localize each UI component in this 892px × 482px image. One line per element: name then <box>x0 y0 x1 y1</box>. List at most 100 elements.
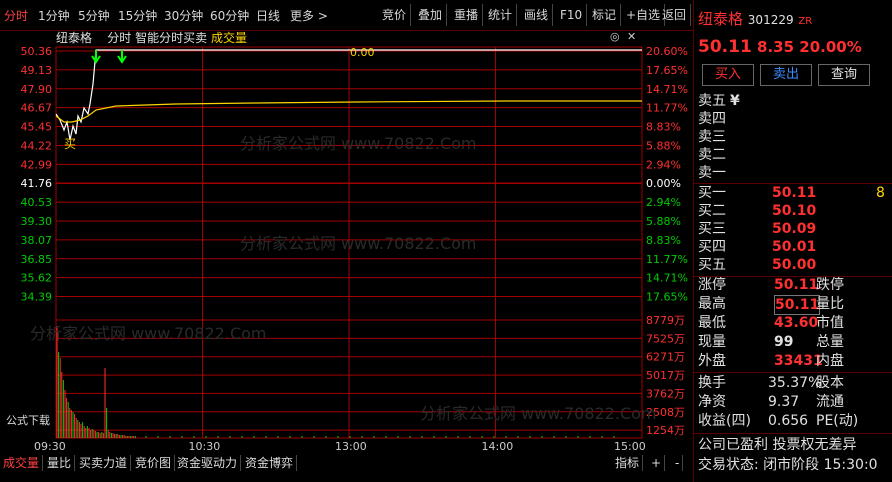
current-price: 50.11 <box>698 37 752 57</box>
stat-row: 最高 50.11 量比 <box>698 295 888 315</box>
fin-label-right: 流通 <box>816 394 844 410</box>
stat-label: 最高 <box>698 296 726 312</box>
quote-panel: 纽泰格 301229 ZR 50.11 8.35 20.00% 买入 卖出 查询… <box>693 0 892 482</box>
auction-button[interactable]: 竞价 <box>378 4 412 26</box>
tab-fund-drive[interactable]: 资金驱动力 <box>174 455 242 471</box>
level-price: ¥ <box>730 93 740 109</box>
indicator-tabs: 成交量 量比 买卖力道 竞价图 资金驱动力 资金博弈 指标 + - <box>0 455 692 482</box>
price-tick-label: 34.39 <box>21 291 53 304</box>
replay-button[interactable]: 重播 <box>450 4 484 26</box>
pct-tick-label: 2.94% <box>646 158 681 171</box>
pct-tick-label: 14.71% <box>646 83 688 96</box>
fin-divider <box>694 372 892 373</box>
tab-1min[interactable]: 1分钟 <box>38 7 70 24</box>
ask-row[interactable]: 卖二 <box>698 146 888 164</box>
stat-label: 外盘 <box>698 353 726 369</box>
buy-signal-marker: 买 <box>64 137 76 151</box>
fin-value: 9.37 <box>768 394 800 410</box>
ask-row[interactable]: 卖三 <box>698 128 888 146</box>
intraday-chart[interactable]: 纽泰格 分时 智能分时买卖 成交量 ◎ ✕ 50.36 20.60% 49.13 17… <box>0 30 692 460</box>
fin-row: 收益(四) 0.656 PE(动) <box>698 412 888 430</box>
tab-volume-ratio[interactable]: 量比 <box>44 455 76 471</box>
tab-buy-sell-power[interactable]: 买卖力道 <box>76 455 132 471</box>
pct-tick-label: 11.77% <box>646 253 688 266</box>
stat-row: 涨停 50.11 跌停 <box>698 276 888 294</box>
company-note: 公司已盈利 投票权无差异 <box>698 437 857 453</box>
tab-more[interactable]: 更多 > <box>290 7 328 24</box>
marker-value: 0.00 <box>350 46 375 59</box>
back-button[interactable]: 返回 <box>658 4 692 26</box>
pct-tick-label: 8.83% <box>646 234 681 247</box>
level-volume: 8 <box>876 185 885 201</box>
stat-row: 现量 99 总量 <box>698 333 888 351</box>
ask-row[interactable]: 卖五 ¥ <box>698 92 888 110</box>
bid-row[interactable]: 买五 50.00 <box>698 256 888 274</box>
price-tick-label: 39.30 <box>21 215 53 228</box>
quote-price-row: 50.11 8.35 20.00% <box>698 38 862 56</box>
time-tick-label: 13:00 <box>335 440 367 453</box>
volume-tick-label: 3762万 <box>646 387 685 400</box>
chart-canvas: 50.36 20.60% 49.13 17.65% 47.90 14.71% 46.67 11… <box>21 45 688 453</box>
volume-tick-label: 7525万 <box>646 332 685 345</box>
stat-label-right: 跌停 <box>816 277 844 293</box>
bid-row[interactable]: 买二 50.10 <box>698 202 888 220</box>
order-book-divider <box>694 183 892 184</box>
remove-indicator-button[interactable]: - <box>672 455 684 471</box>
ask-row[interactable]: 卖一 <box>698 164 888 182</box>
level-label: 买五 <box>698 257 726 273</box>
bid-row[interactable]: 买三 50.09 <box>698 220 888 238</box>
stat-value: 99 <box>774 334 794 350</box>
quote-flag: ZR <box>798 16 813 27</box>
add-indicator-button[interactable]: + <box>648 455 666 471</box>
level-price: 50.00 <box>772 257 817 273</box>
price-tick-label: 44.22 <box>21 139 53 152</box>
level-price: 50.10 <box>772 203 817 219</box>
trading-status: 交易状态: 闭市阶段 15:30:0 <box>698 457 878 473</box>
time-tick-label: 14:00 <box>482 440 514 453</box>
tab-auction-chart[interactable]: 竞价图 <box>132 455 176 471</box>
indicator-button[interactable]: 指标 <box>612 455 644 471</box>
tab-5min[interactable]: 5分钟 <box>78 7 110 24</box>
tab-daily[interactable]: 日线 <box>256 7 280 24</box>
draw-button[interactable]: 画线 <box>520 4 554 26</box>
tab-15min[interactable]: 15分钟 <box>118 7 157 24</box>
pct-tick-label: 14.71% <box>646 272 688 285</box>
mark-button[interactable]: 标记 <box>588 4 622 26</box>
overlay-button[interactable]: 叠加 <box>414 4 448 26</box>
stat-label-right: 内盘 <box>816 353 844 369</box>
pct-tick-label: 17.65% <box>646 64 688 77</box>
volume-tick-label: 6271万 <box>646 351 685 364</box>
price-tick-label: 46.67 <box>21 102 53 115</box>
tab-60min[interactable]: 60分钟 <box>210 7 249 24</box>
note-divider <box>694 433 892 434</box>
buy-button[interactable]: 买入 <box>702 64 754 86</box>
pct-tick-label: 20.60% <box>646 45 688 58</box>
level-price: 50.09 <box>772 221 817 237</box>
query-button[interactable]: 查询 <box>818 64 870 86</box>
price-tick-label: 45.45 <box>21 121 53 134</box>
tab-fund-game[interactable]: 资金博弈 <box>242 455 298 471</box>
fin-label: 收益(四) <box>698 413 751 429</box>
quote-stock-code: 301229 <box>747 13 794 27</box>
time-tick-label: 10:30 <box>189 440 221 453</box>
bid-row[interactable]: 买一 50.11 8 <box>698 184 888 202</box>
formula-download-link[interactable]: 公式下载 <box>6 412 50 428</box>
stat-label-right: 量比 <box>816 296 844 312</box>
f10-button[interactable]: F10 <box>556 4 588 26</box>
stat-label: 现量 <box>698 334 726 350</box>
bid-row[interactable]: 买四 50.01 <box>698 238 888 256</box>
fin-value: 0.656 <box>768 413 809 429</box>
time-tick-label: 15:00 <box>614 440 646 453</box>
ask-row[interactable]: 卖四 <box>698 110 888 128</box>
stat-value: 50.11 <box>774 277 819 293</box>
tab-30min[interactable]: 30分钟 <box>164 7 203 24</box>
stats-button[interactable]: 统计 <box>484 4 518 26</box>
level-label: 买四 <box>698 239 726 255</box>
level-label: 买三 <box>698 221 726 237</box>
tab-volume[interactable]: 成交量 <box>0 455 44 471</box>
price-tick-label: 35.62 <box>21 272 53 285</box>
arrow-down-icon <box>91 50 101 64</box>
level-label: 卖三 <box>698 129 726 145</box>
tab-intraday[interactable]: 分时 <box>4 7 28 24</box>
sell-button[interactable]: 卖出 <box>760 64 812 86</box>
